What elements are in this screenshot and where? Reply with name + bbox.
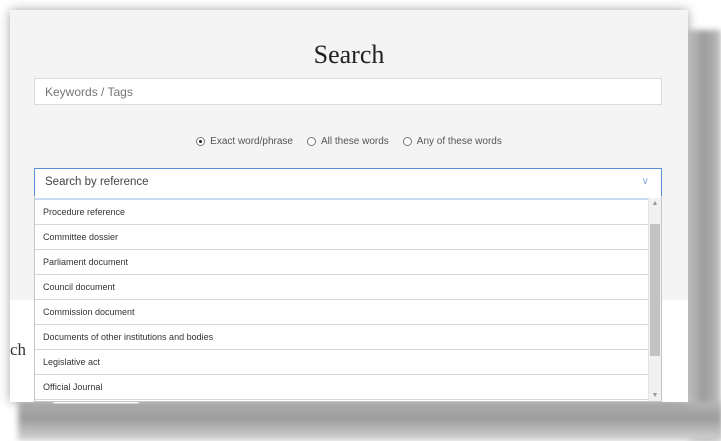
reference-option[interactable]: Legislative act: [35, 350, 649, 375]
radio-checked-icon[interactable]: [196, 137, 206, 146]
scroll-down-icon[interactable]: ▼: [649, 390, 661, 401]
radio-label: Any of these words: [416, 136, 502, 147]
page-title: Search: [313, 40, 385, 69]
reference-select-label: Search by reference: [45, 176, 149, 188]
match-mode-group: Exact word/phrase All these words Any of…: [10, 136, 688, 147]
radio-exact-phrase[interactable]: Exact word/phrase: [196, 136, 293, 147]
radio-label: All these words: [320, 136, 389, 147]
radio-unchecked-icon[interactable]: [402, 137, 412, 146]
reference-select[interactable]: Search by reference ∨: [34, 168, 662, 196]
reference-option[interactable]: Procedure reference: [35, 198, 649, 225]
reference-option[interactable]: Council document: [35, 275, 649, 300]
backdrop-shadow-right: [688, 30, 721, 441]
radio-unchecked-icon[interactable]: [306, 137, 316, 146]
background-partial-text: ch: [10, 340, 27, 359]
backdrop-shadow-bottom: [18, 402, 721, 441]
reference-dropdown: Procedure reference Committee dossier Pa…: [34, 196, 662, 402]
chevron-down-icon[interactable]: ∨: [642, 169, 649, 195]
search-panel: ch Search Exact word/phrase All these wo…: [10, 10, 688, 404]
reference-option[interactable]: Committee dossier: [35, 225, 649, 250]
dropdown-scrollbar[interactable]: ▲ ▼: [648, 198, 661, 401]
radio-all-words[interactable]: All these words: [306, 136, 389, 147]
scroll-up-icon[interactable]: ▲: [649, 198, 661, 210]
reference-option-list: Procedure reference Committee dossier Pa…: [35, 198, 649, 400]
reference-option[interactable]: Parliament document: [35, 250, 649, 275]
radio-label: Exact word/phrase: [210, 136, 293, 147]
reference-option[interactable]: Commission document: [35, 300, 649, 325]
reference-option[interactable]: Documents of other institutions and bodi…: [35, 325, 649, 350]
scroll-thumb[interactable]: [650, 224, 660, 356]
keywords-input[interactable]: [34, 78, 662, 105]
reference-option[interactable]: Official Journal: [35, 375, 649, 400]
radio-any-words[interactable]: Any of these words: [402, 136, 502, 147]
